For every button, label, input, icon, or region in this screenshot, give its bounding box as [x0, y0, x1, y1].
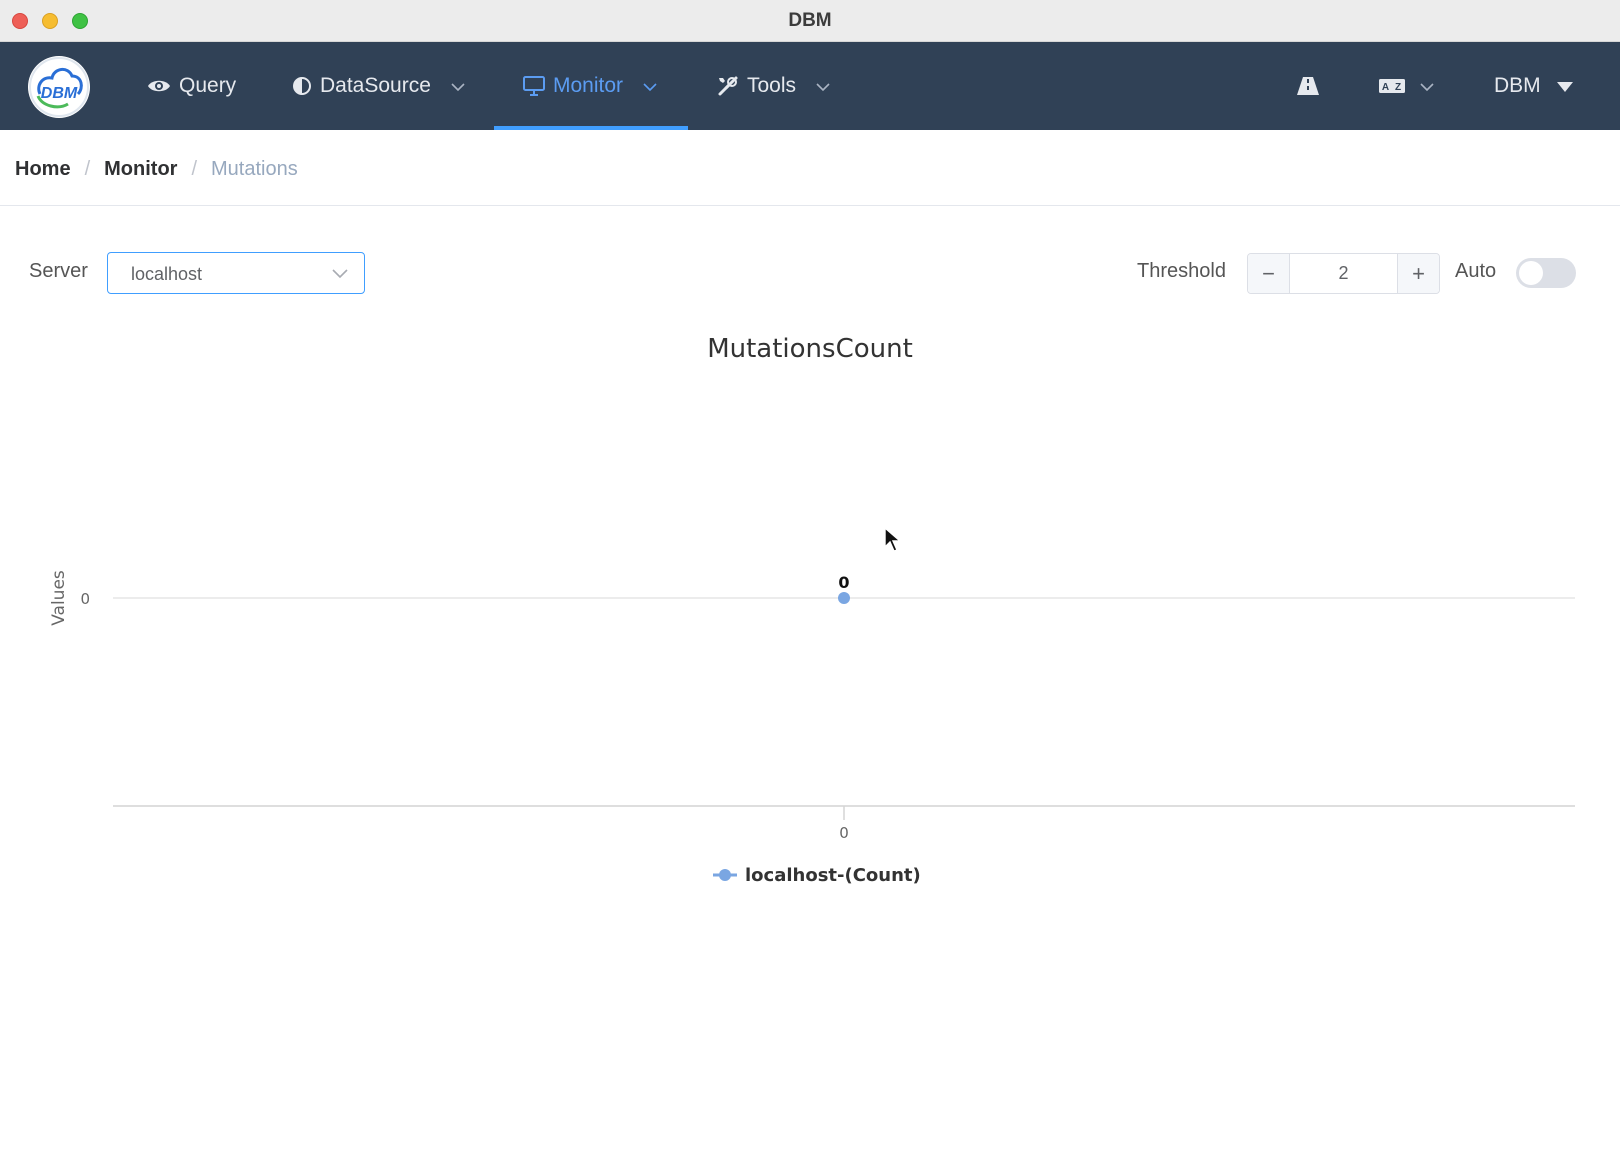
breadcrumb-divider: [0, 205, 1620, 206]
chevron-down-icon: [816, 74, 830, 98]
chart-title: MutationsCount: [707, 334, 913, 364]
x-tick-label: 0: [839, 824, 849, 842]
breadcrumb: Home / Monitor / Mutations: [15, 158, 298, 181]
language-button[interactable]: A Z: [1378, 42, 1434, 130]
auto-switch[interactable]: [1516, 258, 1576, 288]
breadcrumb-separator: /: [84, 158, 91, 180]
translate-icon: A Z: [1379, 79, 1405, 93]
y-tick-label: 0: [80, 590, 90, 608]
breadcrumb-current: Mutations: [211, 158, 298, 180]
tools-icon: [718, 76, 738, 96]
caret-down-icon: [1556, 74, 1573, 98]
user-menu[interactable]: DBM: [1494, 42, 1573, 130]
eye-icon: [148, 80, 170, 92]
mutations-chart: MutationsCount Values 0 0 0 localhost-(Coun…: [0, 320, 1620, 920]
legend-label: localhost-(Count): [745, 865, 921, 886]
app-logo[interactable]: DBM: [28, 56, 90, 118]
chevron-down-icon: [643, 74, 657, 98]
svg-text:Z: Z: [1395, 82, 1401, 93]
nav-query[interactable]: Query: [147, 42, 236, 130]
window-titlebar: DBM: [0, 0, 1620, 42]
legend-marker: [719, 869, 731, 881]
road-button[interactable]: [1296, 42, 1320, 130]
nav-datasource[interactable]: DataSource: [292, 42, 465, 130]
road-icon: [1297, 77, 1319, 95]
data-label: 0: [838, 573, 849, 592]
breadcrumb-monitor[interactable]: Monitor: [104, 158, 177, 181]
svg-text:A: A: [1382, 82, 1389, 93]
half-circle-icon: [293, 77, 311, 95]
top-navbar: DBM Query DataSource Monitor Tools A Z D…: [0, 42, 1620, 130]
nav-monitor[interactable]: Monitor: [523, 42, 657, 130]
auto-label: Auto: [1455, 260, 1497, 282]
threshold-increment-button[interactable]: +: [1397, 254, 1439, 293]
user-menu-label: DBM: [1494, 74, 1541, 97]
threshold-input[interactable]: 2: [1290, 263, 1397, 284]
chevron-down-icon: [1420, 74, 1434, 98]
mouse-cursor-icon: [884, 526, 902, 558]
chevron-down-icon: [451, 74, 465, 98]
window-title: DBM: [788, 10, 832, 31]
chevron-down-icon: [332, 266, 348, 284]
server-label: Server: [29, 260, 88, 282]
data-point: [838, 592, 850, 604]
server-select-value: localhost: [131, 264, 203, 284]
threshold-label: Threshold: [1137, 260, 1226, 282]
chart-svg: MutationsCount Values 0 0 0 localhost-(Coun…: [49, 334, 1575, 886]
threshold-stepper: − 2 +: [1247, 253, 1440, 294]
y-axis-label: Values: [49, 570, 69, 626]
server-select[interactable]: localhost: [107, 252, 365, 294]
logo-icon: DBM: [29, 57, 89, 117]
logo-text: DBM: [41, 85, 78, 102]
breadcrumb-separator: /: [191, 158, 198, 180]
nav-tools[interactable]: Tools: [717, 42, 830, 130]
auto-switch-knob: [1519, 261, 1543, 285]
threshold-decrement-button[interactable]: −: [1248, 254, 1290, 293]
nav-query-label: Query: [179, 74, 237, 97]
nav-monitor-label: Monitor: [553, 74, 624, 97]
nav-datasource-label: DataSource: [320, 74, 431, 97]
nav-active-indicator: [494, 126, 688, 130]
nav-tools-label: Tools: [747, 74, 797, 97]
monitor-icon: [523, 76, 545, 96]
breadcrumb-home[interactable]: Home: [15, 158, 71, 181]
